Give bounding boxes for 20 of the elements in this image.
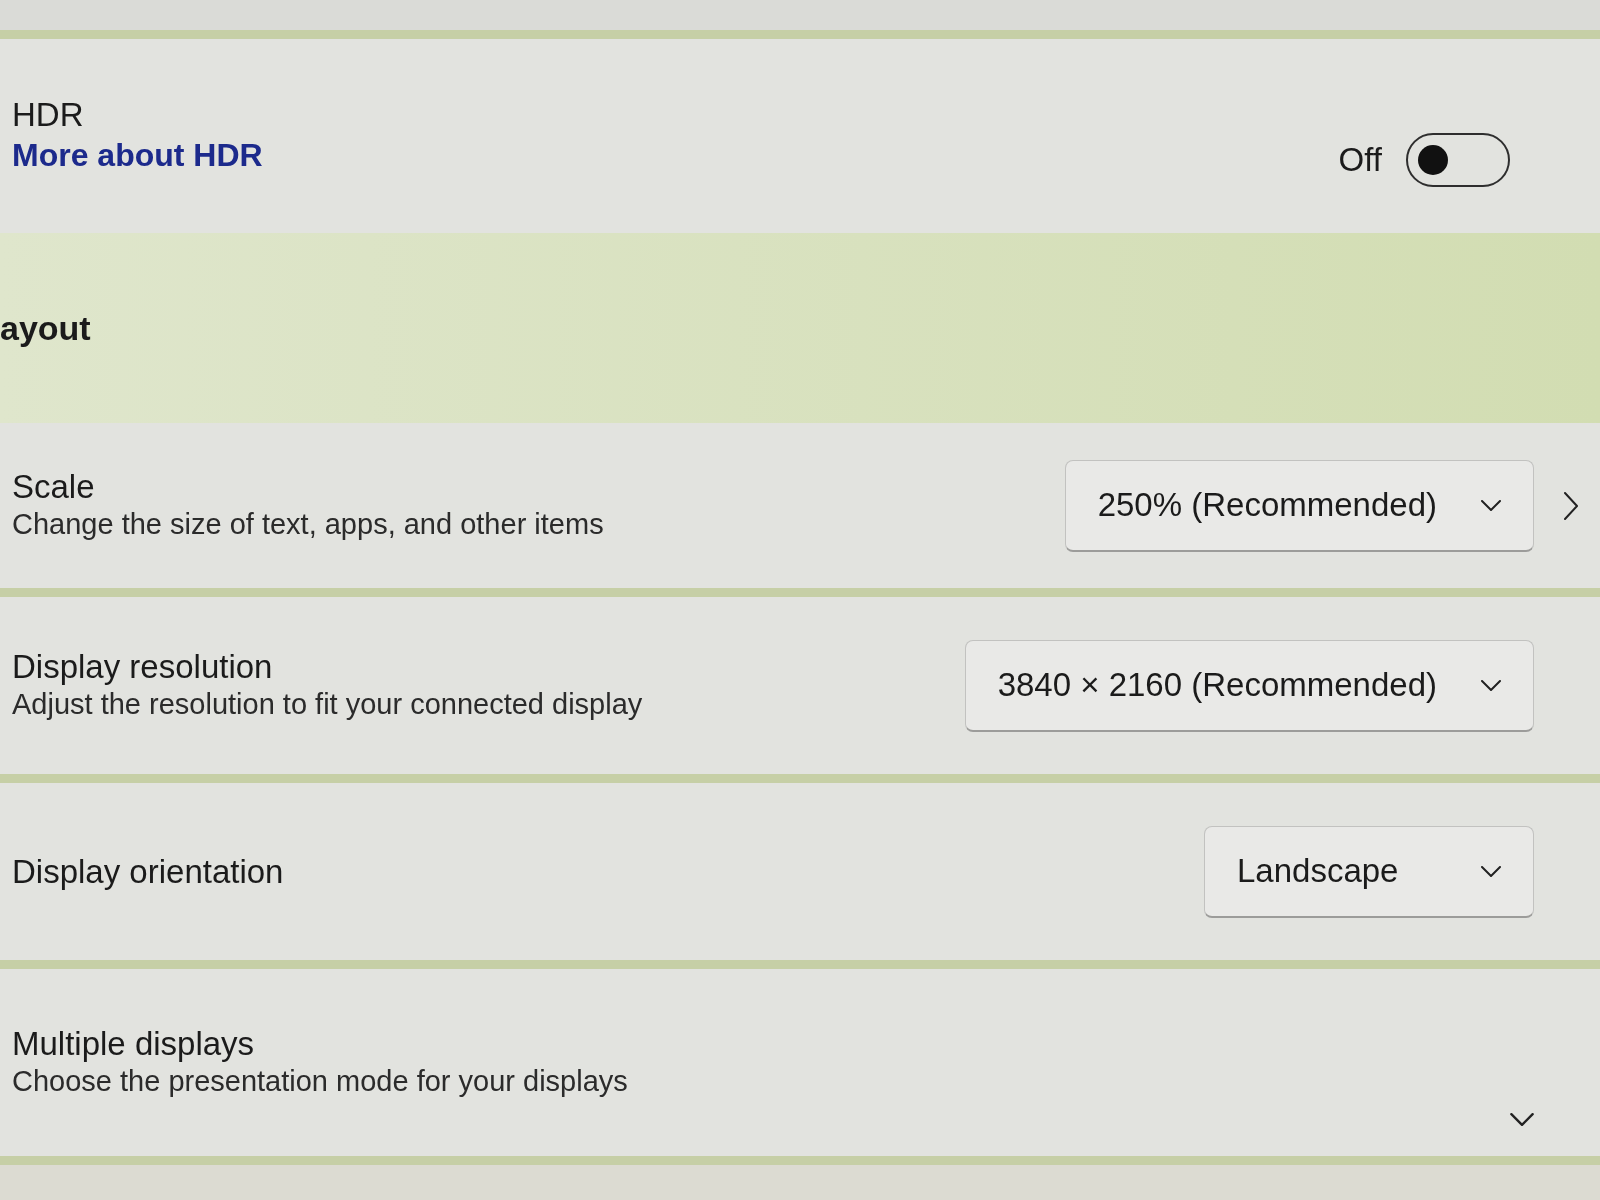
chevron-right-icon[interactable] [1564, 491, 1578, 520]
chevron-down-icon[interactable] [1510, 1113, 1534, 1126]
chevron-down-icon [1481, 499, 1501, 511]
setting-title: Display resolution [12, 646, 273, 687]
help-link[interactable]: More about HDR [12, 135, 263, 177]
setting-description: Choose the presentation mode for your displays [12, 1064, 628, 1100]
toggle-switch[interactable] [1406, 133, 1510, 187]
toggle-status: Off [1338, 140, 1382, 181]
chevron-down-icon [1481, 679, 1501, 691]
dropdown-button[interactable]: Landscape [1204, 825, 1534, 918]
setting-title: Display orientation [12, 851, 284, 892]
setting-description: Change the size of text, apps, and other items [12, 507, 604, 543]
dropdown-button[interactable]: 250% (Recommended) [1064, 459, 1534, 552]
setting-title: Scale [12, 466, 95, 507]
dropdown-button[interactable]: 3840 × 2160 (Recommended) [964, 639, 1534, 732]
setting-title: HDR [12, 95, 84, 135]
chevron-down-icon [1481, 865, 1501, 877]
section-heading: ayout [0, 307, 91, 349]
setting-description: Adjust the resolution to fit your connected display [12, 687, 643, 723]
setting-title: Multiple displays [12, 1023, 255, 1064]
